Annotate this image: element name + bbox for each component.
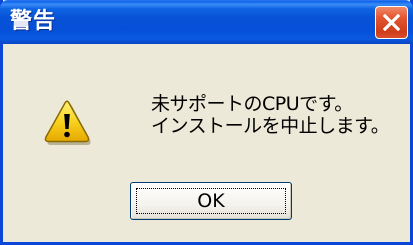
title-bar[interactable]: 警告 xyxy=(0,0,413,44)
message-line-2: インストールを中止します。 xyxy=(151,115,390,137)
warning-icon xyxy=(44,100,91,145)
ok-button[interactable]: OK xyxy=(130,182,292,220)
close-button[interactable] xyxy=(375,6,408,39)
close-icon xyxy=(383,14,400,31)
window-title: 警告 xyxy=(10,9,57,34)
dialog-message: 未サポートのCPUです。 インストールを中止します。 xyxy=(151,93,390,137)
warning-dialog-window: 警告 未サポートのCPUです。 インストールを中止します。 OK xyxy=(0,0,413,245)
ok-button-label: OK xyxy=(197,190,225,212)
message-line-1: 未サポートのCPUです。 xyxy=(151,93,353,115)
